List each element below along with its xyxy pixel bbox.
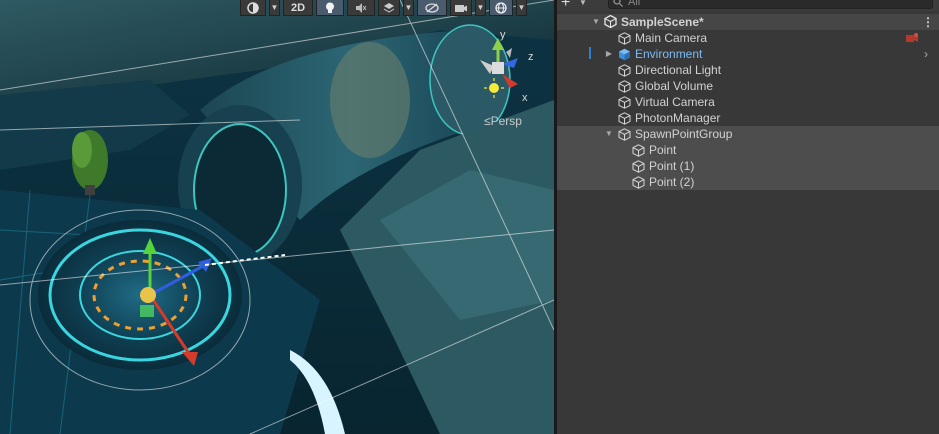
view-2d-toggle[interactable]: 2D	[283, 0, 313, 16]
scene-camera-button[interactable]	[450, 0, 472, 16]
hierarchy-item-label: PhotonManager	[635, 111, 721, 125]
hierarchy-item-label: Virtual Camera	[635, 95, 715, 109]
gameobject-cube-icon	[632, 144, 645, 157]
gameobject-cube-icon	[618, 80, 631, 93]
hierarchy-item-main-camera[interactable]: Main Camera	[557, 30, 939, 46]
scene-foldout-arrow[interactable]: ▼	[591, 14, 601, 30]
shading-mode-dropdown[interactable]: ▼	[269, 0, 280, 16]
z-axis-cone[interactable]	[502, 58, 518, 68]
audio-mute-icon	[356, 2, 367, 13]
hierarchy-item-label: Environment	[635, 47, 703, 61]
camera-warning-icon[interactable]	[905, 32, 919, 44]
gameobject-cube-icon	[632, 176, 645, 189]
effects-dropdown[interactable]: ▼	[403, 0, 414, 16]
gameobject-cube-icon	[618, 32, 631, 45]
scene-view[interactable]: ▼ 2D ▼ ▼ ▼ y z x ≤Persp	[0, 0, 554, 434]
shading-mode-icon	[247, 1, 259, 14]
gameobject-cube-icon	[618, 128, 631, 141]
hidden-eye-icon	[425, 2, 439, 13]
hierarchy-item-label: Point	[649, 143, 677, 157]
persp-icon: ≤	[484, 114, 491, 128]
hierarchy-panel: + ▼ ▼ SampleScene* ⋮ Main Camera ▶ Envir…	[557, 0, 939, 434]
expand-arrow-icon[interactable]: ▶	[604, 46, 614, 62]
unity-scene-icon	[604, 15, 617, 28]
effects-toggle[interactable]	[378, 0, 400, 16]
scene-menu-button[interactable]: ⋮	[922, 14, 934, 30]
gizmos-toggle[interactable]	[489, 0, 513, 16]
x-axis-cone[interactable]	[502, 74, 518, 88]
prefab-cube-icon	[619, 48, 630, 61]
projection-label: Persp	[490, 114, 522, 128]
prefab-open-arrow-icon[interactable]: ›	[924, 46, 928, 62]
search-icon	[613, 0, 623, 7]
hierarchy-item-spawn-point-group[interactable]: ▼ SpawnPointGroup	[557, 126, 939, 142]
hierarchy-item-photon-manager[interactable]: PhotonManager	[557, 110, 939, 126]
hierarchy-item-label: Directional Light	[635, 63, 722, 77]
audio-toggle[interactable]	[347, 0, 375, 16]
gizmo-x-label: x	[522, 92, 528, 104]
lightbulb-icon	[326, 2, 334, 13]
effects-layers-icon	[383, 2, 395, 13]
scene-camera-icon	[455, 4, 467, 12]
gizmos-dropdown[interactable]: ▼	[516, 0, 527, 16]
lighting-toggle[interactable]	[316, 0, 344, 16]
gizmo-y-label: y	[500, 29, 506, 41]
hierarchy-item-label: Main Camera	[635, 31, 708, 45]
hierarchy-item-directional-light[interactable]: Directional Light	[557, 62, 939, 78]
hierarchy-item-point-2[interactable]: Point (2)	[557, 174, 939, 190]
hierarchy-item-label: Global Volume	[635, 79, 714, 93]
hierarchy-item-virtual-camera[interactable]: Virtual Camera	[557, 94, 939, 110]
projection-toggle[interactable]: ≤Persp	[484, 114, 522, 128]
hierarchy-toolbar: + ▼	[557, 0, 939, 11]
gameobject-cube-icon	[618, 112, 631, 125]
hierarchy-item-label: SpawnPointGroup	[635, 127, 733, 141]
orientation-gizmo[interactable]: y z x	[466, 29, 536, 125]
scene-camera-dropdown[interactable]: ▼	[475, 0, 486, 16]
gameobject-cube-icon	[618, 64, 631, 77]
hierarchy-item-point[interactable]: Point	[557, 142, 939, 158]
scene-header-row[interactable]: ▼ SampleScene* ⋮	[557, 14, 939, 30]
scene-name: SampleScene*	[621, 15, 704, 29]
scene-view-toolbar: ▼ 2D ▼ ▼ ▼	[240, 0, 527, 16]
hierarchy-item-global-volume[interactable]: Global Volume	[557, 78, 939, 94]
collapse-arrow-icon[interactable]: ▼	[604, 126, 614, 142]
hierarchy-item-point-1[interactable]: Point (1)	[557, 158, 939, 174]
hierarchy-search[interactable]	[608, 0, 933, 9]
gameobject-cube-icon	[618, 96, 631, 109]
hierarchy-item-label: Point (2)	[649, 175, 695, 189]
add-object-button[interactable]: +	[561, 0, 570, 11]
gizmo-sphere-icon	[495, 1, 507, 14]
hierarchy-item-environment[interactable]: ▶ Environment ›	[557, 46, 939, 62]
gameobject-cube-icon	[632, 160, 645, 173]
hierarchy-item-label: Point (1)	[649, 159, 695, 173]
add-object-dropdown-icon[interactable]: ▼	[579, 0, 587, 7]
gizmo-z-label: z	[528, 51, 534, 63]
search-input[interactable]	[628, 0, 918, 9]
scene-visibility-toggle[interactable]	[417, 0, 447, 16]
shading-mode-button[interactable]	[240, 0, 266, 16]
